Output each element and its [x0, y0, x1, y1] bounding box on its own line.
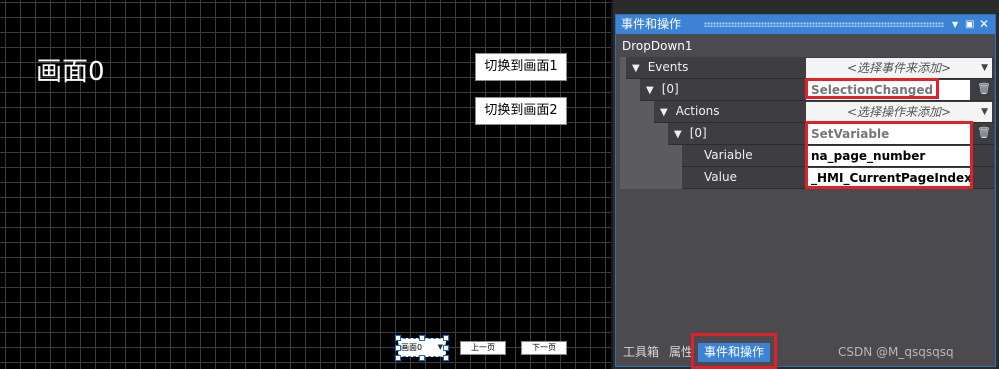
resize-handle[interactable]: [395, 355, 401, 361]
resize-handle[interactable]: [419, 355, 425, 361]
tab-toolbox[interactable]: 工具箱: [623, 343, 659, 362]
row-events[interactable]: ▼ Events <选择事件来添加> ▼: [620, 57, 994, 79]
highlight-box: [805, 121, 973, 189]
resize-handle[interactable]: [419, 335, 425, 341]
maximize-icon[interactable]: ▣: [965, 15, 974, 34]
highlight-box: [691, 333, 777, 369]
expand-triangle-icon[interactable]: ▼: [660, 107, 668, 118]
highlight-box: [805, 78, 939, 99]
watermark: CSDN @M_qsqsqsq: [838, 345, 954, 359]
resize-handle[interactable]: [443, 335, 449, 341]
events-actions-panel: 事件和操作 ▼ ▣ ✕ DropDown1 ▼ Events <选择事件来添加> …: [615, 14, 996, 367]
dropdown-value: 画面0: [401, 343, 423, 352]
resize-handle[interactable]: [443, 355, 449, 361]
prev-page-button[interactable]: 上一页: [460, 341, 506, 355]
add-event-combo[interactable]: <选择事件来添加> ▼: [806, 58, 992, 78]
delete-icon[interactable]: 🗑: [977, 82, 991, 95]
resize-handle[interactable]: [395, 345, 401, 351]
next-page-button[interactable]: 下一页: [521, 341, 567, 355]
switch-to-screen1-button[interactable]: 切换到画面1: [475, 53, 567, 81]
object-name: DropDown1: [622, 39, 693, 53]
row-actions[interactable]: ▼ Actions <选择操作来添加> ▼: [620, 101, 994, 123]
tab-properties[interactable]: 属性: [669, 343, 693, 362]
resize-handle[interactable]: [395, 335, 401, 341]
panel-title: 事件和操作: [621, 17, 682, 31]
close-icon[interactable]: ✕: [979, 15, 989, 34]
pin-dropdown-icon[interactable]: ▼: [952, 15, 958, 34]
expand-triangle-icon[interactable]: ▼: [632, 63, 640, 74]
value-label: Value: [704, 170, 737, 184]
delete-icon[interactable]: 🗑: [977, 126, 991, 139]
page-title: 画面0: [36, 57, 105, 87]
variable-label: Variable: [704, 148, 753, 162]
hmi-canvas[interactable]: 画面0 切换到画面1 切换到画面2 画面0 ▼ 上一页 下一页: [0, 0, 613, 369]
expand-triangle-icon[interactable]: ▼: [646, 85, 654, 96]
expand-triangle-icon[interactable]: ▼: [674, 129, 682, 140]
chevron-down-icon[interactable]: ▼: [981, 102, 988, 122]
switch-to-screen2-button[interactable]: 切换到画面2: [475, 97, 567, 125]
chevron-down-icon[interactable]: ▼: [981, 58, 988, 78]
drag-grip[interactable]: [704, 22, 944, 27]
resize-handle[interactable]: [443, 345, 449, 351]
add-action-combo[interactable]: <选择操作来添加> ▼: [806, 102, 992, 122]
panel-header[interactable]: 事件和操作 ▼ ▣ ✕: [616, 15, 995, 34]
